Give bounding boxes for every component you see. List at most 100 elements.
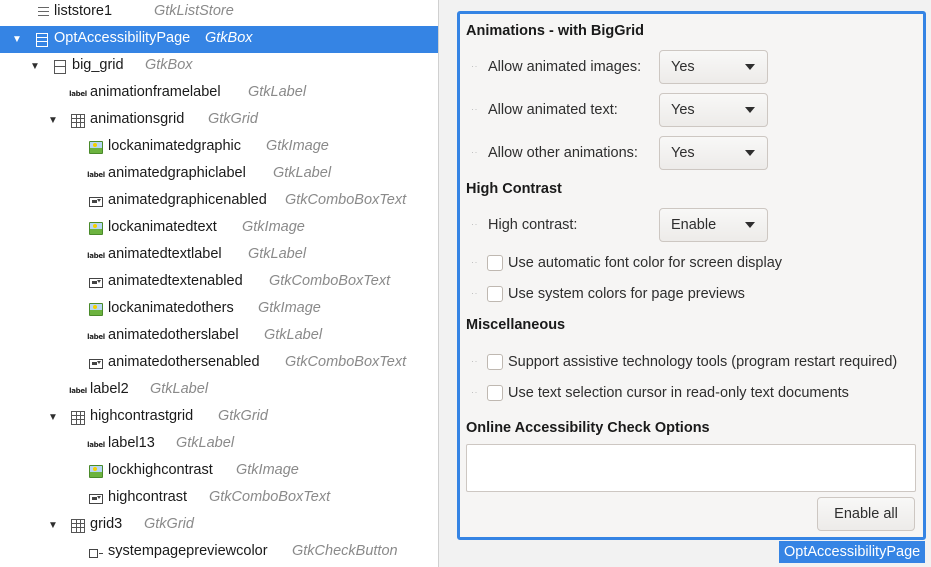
box-icon — [53, 59, 67, 74]
animated-graphic-combo[interactable]: Yes — [659, 50, 768, 84]
label-icon: label — [87, 332, 105, 341]
tree-row-name: animatedgraphicenabled — [108, 192, 267, 208]
tree-row[interactable]: label animationframelabel GtkLabel — [0, 80, 438, 107]
tree-row-type: GtkCheckButton — [292, 543, 398, 559]
tree-row-type: GtkImage — [242, 219, 305, 235]
assistive-tools-checkbox[interactable] — [487, 354, 503, 370]
chevron-down-icon — [745, 150, 755, 156]
tree-row[interactable]: label animatedotherslabel GtkLabel — [0, 323, 438, 350]
text-cursor-checkbutton[interactable]: Use text selection cursor in read-only t… — [487, 385, 849, 401]
system-colors-checkbox[interactable] — [487, 286, 503, 302]
lock-animated-text-placeholder — [471, 104, 481, 120]
tree-row[interactable]: highcontrast GtkComboBoxText — [0, 485, 438, 512]
expander-arrow-icon[interactable]: ▼ — [29, 61, 41, 73]
tree-row[interactable]: ▼ animationsgrid GtkGrid — [0, 107, 438, 134]
tree-row-name: liststore1 — [54, 3, 113, 19]
tree-row-type: GtkLabel — [150, 381, 209, 397]
high-contrast-combo[interactable]: Enable — [659, 208, 768, 242]
online-check-section-title: Online Accessibility Check Options — [466, 420, 710, 436]
text-cursor-label: Use text selection cursor in read-only t… — [508, 385, 849, 401]
tree-row-type: GtkLabel — [248, 246, 307, 262]
lock-system-colors-placeholder — [471, 288, 481, 304]
tree-row[interactable]: lockanimatedtext GtkImage — [0, 215, 438, 242]
enable-all-button[interactable]: Enable all — [817, 497, 915, 531]
label-icon: label — [87, 251, 105, 260]
tree-row-name: animatedtextlabel — [108, 246, 222, 262]
tree-row-name: lockhighcontrast — [108, 462, 213, 478]
tree-row-type: GtkGrid — [144, 516, 194, 532]
expander-arrow-icon[interactable]: ▼ — [47, 115, 59, 127]
chevron-down-icon — [745, 64, 755, 70]
auto-font-color-checkbutton[interactable]: Use automatic font color for screen disp… — [487, 255, 782, 271]
combo-icon — [89, 195, 103, 209]
tree-row[interactable]: lockanimatedothers GtkImage — [0, 296, 438, 323]
system-colors-label: Use system colors for page previews — [508, 286, 745, 302]
animations-section-title: Animations - with BigGrid — [466, 23, 645, 39]
tree-row-name: highcontrastgrid — [90, 408, 194, 424]
assistive-tools-checkbutton[interactable]: Support assistive technology tools (prog… — [487, 354, 897, 370]
grid-icon — [71, 410, 85, 425]
tree-row-type: GtkLabel — [176, 435, 235, 451]
image-icon — [89, 465, 103, 479]
expander-arrow-icon[interactable]: ▼ — [11, 34, 23, 46]
tree-row[interactable]: label label2 GtkLabel — [0, 377, 438, 404]
tree-row-type: GtkGrid — [208, 111, 258, 127]
tree-row[interactable]: ▼ OptAccessibilityPage GtkBox — [0, 26, 438, 53]
tree-row[interactable]: animatedothersenabled GtkComboBoxText — [0, 350, 438, 377]
tree-row-name: lockanimatedothers — [108, 300, 234, 316]
tree-row-name: label2 — [90, 381, 129, 397]
tree-row-name: animatedgraphiclabel — [108, 165, 246, 181]
tree-row-type: GtkGrid — [218, 408, 268, 424]
tree-row-type: GtkComboBoxText — [209, 489, 331, 505]
tree-row-type: GtkImage — [266, 138, 329, 154]
label-icon: label — [69, 89, 87, 98]
tree-row[interactable]: lockanimatedgraphic GtkImage — [0, 134, 438, 161]
tree-row-type: GtkListStore — [154, 3, 234, 19]
tree-row-name: lockanimatedtext — [108, 219, 217, 235]
tree-row[interactable]: animatedgraphicenabled GtkComboBoxText — [0, 188, 438, 215]
image-icon — [89, 141, 103, 155]
lock-text-cursor-placeholder — [471, 387, 481, 403]
tree-row[interactable]: lockhighcontrast GtkImage — [0, 458, 438, 485]
tree-row[interactable]: liststore1 GtkListStore — [0, 0, 438, 26]
high-contrast-label: High contrast: — [488, 217, 578, 233]
tree-row-name: animationsgrid — [90, 111, 185, 127]
lock-high-contrast-placeholder — [471, 219, 481, 235]
tree-row-type: GtkBox — [145, 57, 193, 73]
animated-text-combo-value: Yes — [671, 102, 695, 118]
lock-animated-others-placeholder — [471, 147, 481, 163]
box-icon — [35, 32, 49, 47]
label-icon: label — [69, 386, 87, 395]
tree-row-name: highcontrast — [108, 489, 187, 505]
system-colors-checkbutton[interactable]: Use system colors for page previews — [487, 286, 745, 302]
label-icon: label — [87, 440, 105, 449]
expander-arrow-icon[interactable]: ▼ — [47, 520, 59, 532]
chevron-down-icon — [745, 107, 755, 113]
miscellaneous-section-title: Miscellaneous — [466, 317, 566, 333]
object-tree[interactable]: liststore1 GtkListStore ▼ OptAccessibilityP… — [0, 0, 438, 567]
tree-row[interactable]: label animatedgraphiclabel GtkLabel — [0, 161, 438, 188]
animated-text-combo[interactable]: Yes — [659, 93, 768, 127]
animated-text-label: Allow animated text: — [488, 102, 618, 118]
auto-font-color-checkbox[interactable] — [487, 255, 503, 271]
tree-row[interactable]: label label13 GtkLabel — [0, 431, 438, 458]
label-icon: label — [87, 170, 105, 179]
tree-row[interactable]: ▼ grid3 GtkGrid — [0, 512, 438, 539]
text-cursor-checkbox[interactable] — [487, 385, 503, 401]
tree-row-type: GtkImage — [236, 462, 299, 478]
tree-row-name: animatedtextenabled — [108, 273, 243, 289]
expander-arrow-icon[interactable]: ▼ — [47, 412, 59, 424]
tree-row[interactable]: label animatedtextlabel GtkLabel — [0, 242, 438, 269]
high-contrast-combo-value: Enable — [671, 217, 717, 233]
tree-row[interactable]: systempagepreviewcolor GtkCheckButton — [0, 539, 438, 566]
tree-row[interactable]: ▼ highcontrastgrid GtkGrid — [0, 404, 438, 431]
online-check-options-area[interactable] — [466, 444, 916, 492]
animated-others-label: Allow other animations: — [488, 145, 638, 161]
tree-row[interactable]: animatedtextenabled GtkComboBoxText — [0, 269, 438, 296]
tree-row-name: lockanimatedgraphic — [108, 138, 241, 154]
grid-icon — [71, 518, 85, 533]
animated-others-combo[interactable]: Yes — [659, 136, 768, 170]
list-icon — [35, 6, 49, 20]
tree-row[interactable]: ▼ big_grid GtkBox — [0, 53, 438, 80]
combo-icon — [89, 492, 103, 506]
